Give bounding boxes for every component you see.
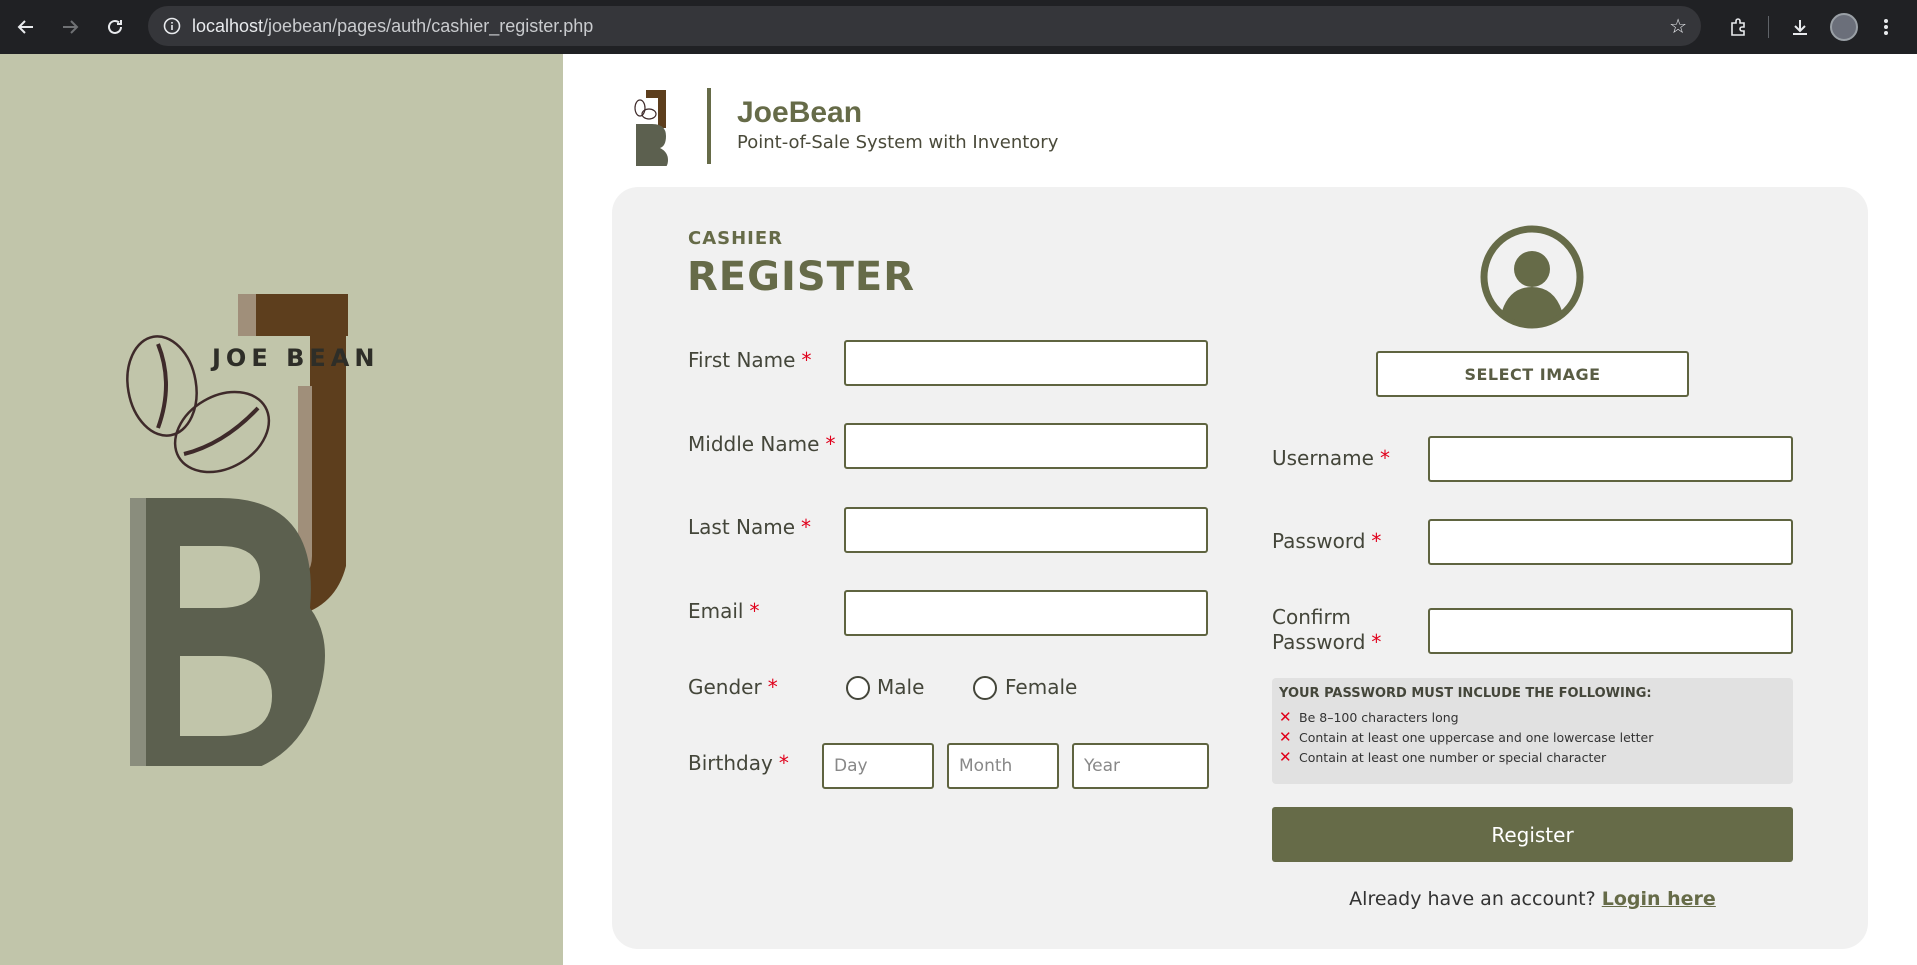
- last-name-label: Last Name *: [688, 515, 812, 539]
- brand-mark: [632, 88, 676, 166]
- email-label: Email *: [688, 599, 760, 623]
- toolbar-divider: [1768, 16, 1769, 38]
- back-icon[interactable]: [4, 5, 48, 49]
- x-icon: ✕: [1279, 708, 1292, 726]
- x-icon: ✕: [1279, 728, 1292, 746]
- username-label: Username *: [1272, 446, 1390, 470]
- reload-icon[interactable]: [93, 5, 137, 49]
- profile-avatar[interactable]: [1826, 7, 1862, 47]
- first-name-field[interactable]: [844, 340, 1208, 386]
- password-requirements: YOUR PASSWORD MUST INCLUDE THE FOLLOWING…: [1272, 678, 1793, 784]
- info-icon[interactable]: [152, 17, 192, 35]
- x-icon: ✕: [1279, 748, 1292, 766]
- gender-male-radio[interactable]: [846, 676, 870, 700]
- email-field[interactable]: [844, 590, 1208, 636]
- form-eyebrow: CASHIER: [688, 228, 784, 249]
- middle-name-field[interactable]: [844, 423, 1208, 469]
- register-button[interactable]: Register: [1272, 807, 1793, 862]
- requirements-title: YOUR PASSWORD MUST INCLUDE THE FOLLOWING…: [1279, 686, 1652, 701]
- svg-text:JOE BEAN: JOE BEAN: [210, 344, 379, 372]
- username-field[interactable]: [1428, 436, 1793, 482]
- confirm-password-field[interactable]: [1428, 608, 1793, 654]
- gender-male-label[interactable]: Male: [877, 675, 924, 699]
- login-prompt: Already have an account? Login here: [1349, 888, 1716, 910]
- forward-icon[interactable]: [48, 5, 92, 49]
- confirm-password-label: Confirm Password *: [1272, 605, 1382, 654]
- browser-toolbar: localhost/joebean/pages/auth/cashier_reg…: [0, 0, 1917, 54]
- star-icon[interactable]: ☆: [1669, 14, 1687, 38]
- password-label: Password *: [1272, 529, 1382, 553]
- middle-name-label: Middle Name *: [688, 432, 836, 456]
- birthday-month-field[interactable]: [947, 743, 1059, 789]
- birthday-year-field[interactable]: [1072, 743, 1209, 789]
- birthday-label: Birthday *: [688, 751, 789, 775]
- login-link[interactable]: Login here: [1602, 888, 1716, 910]
- app-title: JoeBean: [737, 96, 863, 129]
- gender-female-radio[interactable]: [973, 676, 997, 700]
- select-image-button[interactable]: SELECT IMAGE: [1376, 351, 1689, 397]
- requirement-item: ✕ Contain at least one number or special …: [1279, 748, 1607, 766]
- gender-female-label[interactable]: Female: [1005, 675, 1077, 699]
- app-subtitle: Point-of-Sale System with Inventory: [737, 132, 1059, 153]
- birthday-day-field[interactable]: [822, 743, 934, 789]
- brand-divider: [707, 88, 711, 164]
- download-icon[interactable]: [1782, 7, 1818, 47]
- joe-bean-logo: JOE BEAN: [120, 236, 420, 778]
- last-name-field[interactable]: [844, 507, 1208, 553]
- url-text: localhost/joebean/pages/auth/cashier_reg…: [192, 15, 594, 36]
- first-name-label: First Name *: [688, 348, 812, 372]
- profile-placeholder-icon: [1480, 225, 1584, 329]
- gender-label: Gender *: [688, 675, 778, 699]
- address-bar[interactable]: localhost/joebean/pages/auth/cashier_reg…: [148, 6, 1701, 46]
- page-title: REGISTER: [687, 254, 916, 300]
- requirement-item: ✕ Be 8–100 characters long: [1279, 708, 1459, 726]
- menu-icon[interactable]: [1868, 7, 1904, 47]
- password-field[interactable]: [1428, 519, 1793, 565]
- extensions-icon[interactable]: [1720, 7, 1756, 47]
- small-logo-icon: [634, 90, 668, 166]
- requirement-item: ✕ Contain at least one uppercase and one …: [1279, 728, 1654, 746]
